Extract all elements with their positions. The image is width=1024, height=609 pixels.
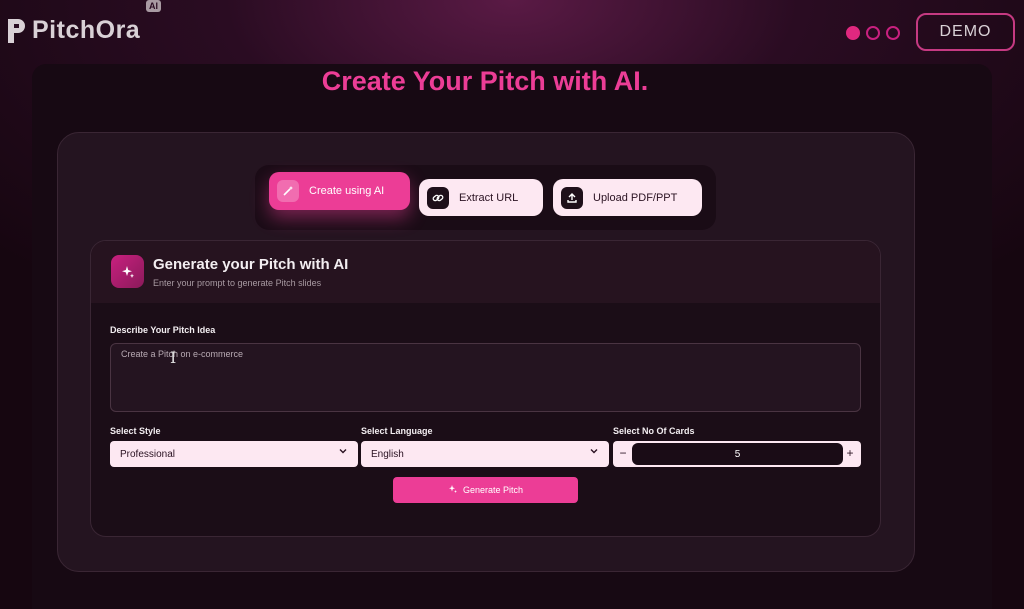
link-icon (427, 186, 449, 209)
style-label: Select Style (110, 426, 161, 436)
decrement-button[interactable]: − (616, 446, 630, 460)
logo-mark-icon (6, 17, 28, 45)
theme-dots (846, 26, 900, 40)
magic-wand-icon (277, 180, 299, 202)
top-bar: PitchOra AI DEMO (0, 0, 1024, 64)
generate-pitch-button[interactable]: Generate Pitch (393, 477, 578, 503)
generator-header: Generate your Pitch with AI Enter your p… (91, 241, 880, 303)
logo-text: PitchOra (32, 16, 141, 44)
language-value: English (371, 448, 404, 460)
language-label: Select Language (361, 426, 433, 436)
generate-label: Generate Pitch (462, 485, 524, 495)
tab-label: Upload PDF/PPT (593, 191, 678, 204)
dot-3[interactable] (886, 26, 900, 40)
cards-stepper: − 5 + (613, 441, 861, 467)
ai-badge: AI (146, 0, 161, 12)
chevron-down-icon (589, 446, 599, 459)
increment-button[interactable]: + (843, 446, 857, 460)
style-select[interactable]: Professional (110, 441, 358, 467)
demo-button[interactable]: DEMO (916, 13, 1015, 51)
dot-2[interactable] (866, 26, 880, 40)
style-value: Professional (120, 448, 176, 460)
tab-extract-url[interactable]: Extract URL (419, 179, 543, 216)
tab-upload-pdf-ppt[interactable]: Upload PDF/PPT (553, 179, 702, 216)
chevron-down-icon (338, 446, 348, 459)
pitchora-logo[interactable]: PitchOra (6, 16, 140, 45)
tab-label: Create using AI (309, 185, 385, 197)
tab-create-using-ai[interactable]: Create using AI (269, 172, 410, 210)
cards-label: Select No Of Cards (613, 426, 695, 436)
generator-title: Generate your Pitch with AI (153, 256, 349, 273)
prompt-label: Describe Your Pitch Idea (110, 325, 216, 335)
generator-subtitle: Enter your prompt to generate Pitch slid… (153, 278, 322, 288)
dot-1[interactable] (846, 26, 860, 40)
page-title: Create Your Pitch with AI. (321, 66, 649, 96)
pitch-prompt-input[interactable]: Create a Pitch on e-commerce (110, 343, 861, 412)
text-cursor-icon: I (170, 348, 177, 367)
tab-label: Extract URL (459, 191, 519, 204)
cards-count-input[interactable]: 5 (632, 443, 843, 465)
language-select[interactable]: English (361, 441, 609, 467)
sparkles-icon (448, 484, 458, 496)
upload-icon (561, 186, 583, 209)
sparkles-icon (111, 255, 144, 288)
